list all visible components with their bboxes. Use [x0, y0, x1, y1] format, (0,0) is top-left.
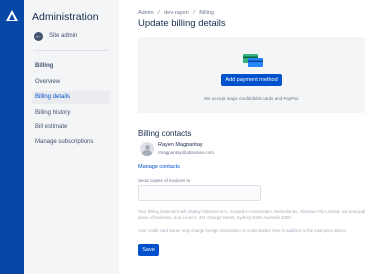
breadcrumb-separator: / — [193, 10, 195, 16]
contact-email: rmagpantay@atlassian.com — [158, 150, 214, 155]
payment-method-card: Add payment method We accept major credi… — [138, 37, 365, 113]
breadcrumb-site[interactable]: dev-rayen — [164, 10, 188, 16]
breadcrumb-billing[interactable]: Billing — [199, 10, 214, 16]
page-title: Update billing details — [138, 18, 226, 29]
billing-contacts-heading: Billing contacts — [138, 129, 192, 138]
product-rail — [0, 0, 24, 274]
site-admin-back-link[interactable]: ← Site admin — [34, 30, 77, 42]
invoice-copies-label: Send copies of invoices to — [138, 178, 191, 183]
invoice-copies-input[interactable] — [138, 185, 261, 201]
contact-name: Rayen Magpantay — [158, 142, 203, 148]
sidebar-item-bill-estimate[interactable]: Bill estimate — [32, 121, 110, 134]
admin-sidebar: Administration ← Site admin Billing Over… — [24, 0, 119, 274]
breadcrumb: Admin / dev-rayen / Billing — [138, 10, 214, 16]
back-label: Site admin — [49, 33, 78, 39]
sidebar-item-manage-subscriptions[interactable]: Manage subscriptions — [32, 136, 110, 149]
sidebar-item-billing-details[interactable]: Billing details — [32, 91, 110, 104]
breadcrumb-admin[interactable]: Admin — [138, 10, 154, 16]
sidebar-title: Administration — [32, 11, 99, 23]
arrow-left-icon: ← — [34, 31, 43, 41]
avatar — [140, 142, 154, 156]
credit-cards-icon — [243, 54, 263, 67]
sidebar-item-billing-history[interactable]: Billing history — [32, 107, 110, 120]
billing-section-heading: Billing — [35, 63, 54, 69]
billing-entity-note: Your billing statement will display Atla… — [138, 209, 366, 220]
atlassian-logo-icon[interactable] — [6, 10, 18, 21]
manage-contacts-link[interactable]: Manage contacts — [138, 164, 180, 170]
add-payment-method-button[interactable]: Add payment method — [221, 74, 282, 86]
foreign-fees-note: Your credit card issuer may charge forei… — [138, 228, 348, 233]
breadcrumb-separator: / — [158, 10, 160, 16]
sidebar-item-overview[interactable]: Overview — [32, 76, 110, 89]
save-button[interactable]: Save — [138, 244, 159, 256]
sidebar-divider — [34, 50, 109, 51]
accepted-payments-text: We accept major credit/debit cards and P… — [204, 96, 299, 101]
